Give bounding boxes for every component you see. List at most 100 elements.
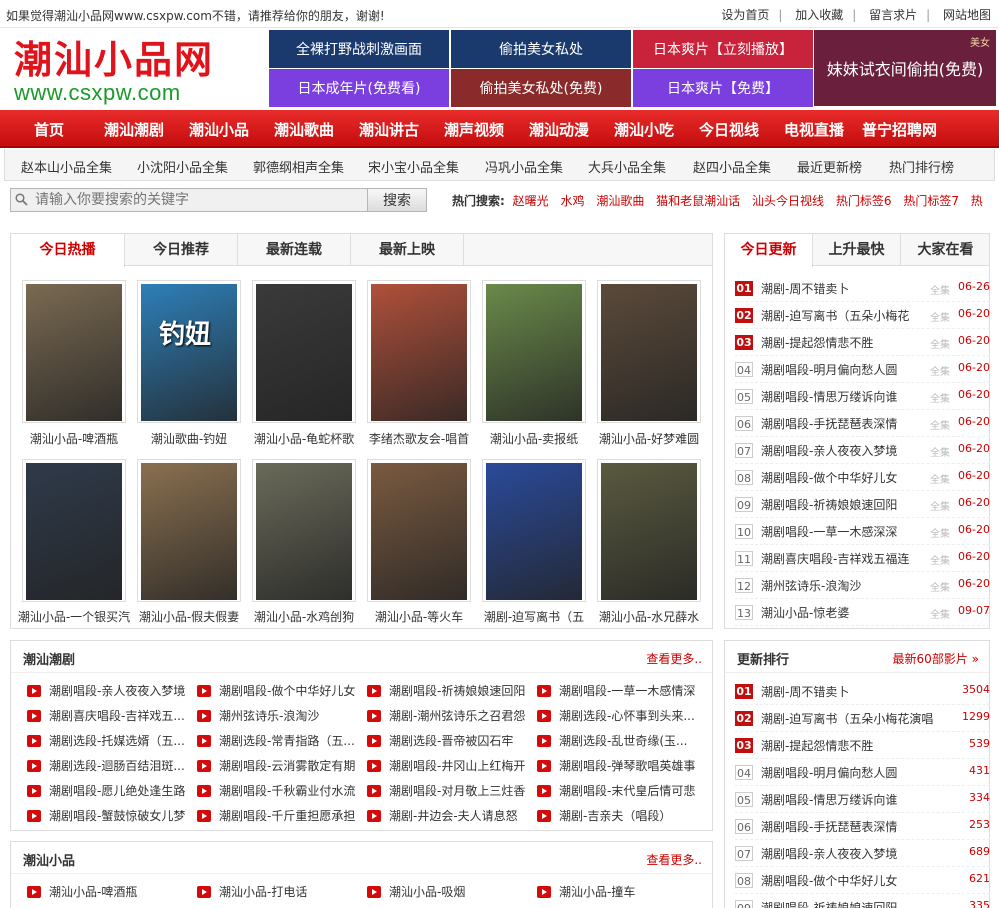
chaoju-more-link[interactable]: 查看更多.. — [646, 650, 702, 667]
video-caption[interactable]: 潮汕小品-一个银买汽 — [14, 608, 134, 625]
chaoju-list-item[interactable]: 潮剧选段-托媒选婿（五... — [27, 731, 197, 756]
subnav-item-songxiaobao[interactable]: 宋小宝小品全集 — [368, 157, 459, 176]
video-caption[interactable]: 潮汕小品-等火车 — [359, 608, 479, 625]
hot-keyword[interactable]: 猫和老鼠潮汕话 — [656, 194, 740, 208]
chaoju-list-item[interactable]: 潮剧-潮州弦诗乐之召君怨 — [367, 706, 537, 731]
ad-link-4[interactable]: 日本成年片(免费看) — [269, 69, 449, 107]
subnav-item-hot-ranking[interactable]: 热门排行榜 — [889, 157, 954, 176]
subnav-item-recent-updates[interactable]: 最近更新榜 — [797, 157, 862, 176]
video-caption[interactable]: 潮汕小品-啤酒瓶 — [14, 430, 134, 447]
video-thumbnail[interactable] — [597, 459, 701, 602]
chaoju-list-item[interactable]: 潮剧唱段-云消雾散定有期 — [197, 756, 367, 781]
rank-list-item[interactable]: 04 潮剧唱段-明月偏向愁人圆 431 — [735, 759, 990, 786]
update-list-item[interactable]: 05 潮剧唱段-情思万缕诉向谁 全集 06-20 — [735, 383, 990, 410]
subnav-item-zhaosi[interactable]: 赵四小品全集 — [693, 157, 771, 176]
nav-xiaopin[interactable]: 潮汕小品 — [189, 119, 249, 140]
xiaopin-list-item[interactable]: 潮汕小品-打电话 — [197, 882, 367, 907]
video-thumbnail[interactable] — [22, 459, 126, 602]
chaoju-list-item[interactable]: 潮剧喜庆唱段-吉祥戏五... — [27, 706, 197, 731]
ad-link-2[interactable]: 偷拍美女私处 — [451, 30, 631, 68]
video-caption[interactable]: 潮汕小品-好梦难圆 — [589, 430, 709, 447]
video-thumbnail[interactable] — [252, 459, 356, 602]
rank-list-item[interactable]: 01 潮剧-周不错卖卜 3504 — [735, 678, 990, 705]
subnav-item-xiaoshenyang[interactable]: 小沈阳小品全集 — [137, 157, 228, 176]
update-list-item[interactable]: 07 潮剧唱段-亲人夜夜入梦境 全集 06-20 — [735, 437, 990, 464]
chaoju-list-item[interactable]: 潮剧-井边会-夫人请息怒 — [367, 806, 537, 831]
video-thumbnail[interactable] — [22, 280, 126, 423]
update-list-item[interactable]: 12 潮州弦诗乐-浪淘沙 全集 06-20 — [735, 572, 990, 599]
subnav-item-guodegang[interactable]: 郭德纲相声全集 — [253, 157, 344, 176]
update-list-item[interactable]: 11 潮剧喜庆唱段-吉祥戏五福连 全集 06-20 — [735, 545, 990, 572]
tab-today-update[interactable]: 今日更新 — [725, 234, 813, 267]
request-video-link[interactable]: 留言求片 — [869, 8, 917, 22]
subnav-item-dabing[interactable]: 大兵小品全集 — [588, 157, 666, 176]
xiaopin-list-item[interactable]: 潮汕小品-吸烟 — [367, 882, 537, 907]
site-logo[interactable]: 潮汕小品网 www.csxpw.com — [14, 38, 264, 108]
chaoju-list-item[interactable]: 潮剧唱段-祈祷娘娘速回阳 — [367, 681, 537, 706]
xiaopin-more-link[interactable]: 查看更多.. — [646, 851, 702, 868]
xiaopin-list-item[interactable]: 潮汕小品-啤酒瓶 — [27, 882, 197, 907]
chaoju-list-item[interactable]: 潮剧唱段-做个中华好儿女 — [197, 681, 367, 706]
chaoju-list-item[interactable]: 潮剧选段-心怀事到头来... — [537, 706, 707, 731]
chaoju-list-item[interactable]: 潮剧唱段-一草一木感情深 — [537, 681, 707, 706]
video-thumbnail[interactable]: 钓妞 — [137, 280, 241, 423]
video-caption[interactable]: 李绪杰歌友会-唱首 — [359, 430, 479, 447]
set-homepage-link[interactable]: 设为首页 — [721, 8, 769, 22]
update-list-item[interactable]: 13 潮汕小品-惊老婆 全集 09-07 — [735, 599, 990, 626]
video-thumbnail[interactable] — [137, 459, 241, 602]
rank-list-item[interactable]: 08 潮剧唱段-做个中华好儿女 621 — [735, 867, 990, 894]
video-caption[interactable]: 潮剧-迫写离书（五 — [474, 608, 594, 625]
video-thumbnail[interactable] — [252, 280, 356, 423]
update-list-item[interactable]: 08 潮剧唱段-做个中华好儿女 全集 06-20 — [735, 464, 990, 491]
update-list-item[interactable]: 03 潮剧-提起怨情悲不胜 全集 06-20 — [735, 329, 990, 356]
rank-list-item[interactable]: 07 潮剧唱段-亲人夜夜入梦境 689 — [735, 840, 990, 867]
ad-link-5[interactable]: 偷拍美女私处(免费) — [451, 69, 631, 107]
sitemap-link[interactable]: 网站地图 — [943, 8, 991, 22]
chaoju-list-item[interactable]: 潮剧唱段-蟹鼓惊破女儿梦 — [27, 806, 197, 831]
nav-jobs[interactable]: 普宁招聘网 — [862, 119, 937, 140]
rank-list-item[interactable]: 09 潮剧唱段-祈祷娘娘速回阳 335 — [735, 894, 990, 908]
update-list-item[interactable]: 01 潮剧-周不错卖卜 全集 06-26 — [735, 275, 990, 302]
ad-link-6[interactable]: 日本爽片【免费】 — [633, 69, 813, 107]
video-caption[interactable]: 潮汕小品-假夫假妻 — [129, 608, 249, 625]
chaoju-list-item[interactable]: 潮剧唱段-千斤重担愿承担 — [197, 806, 367, 831]
nav-video[interactable]: 潮声视频 — [444, 119, 504, 140]
nav-storytelling[interactable]: 潮汕讲古 — [359, 119, 419, 140]
nav-tv-live[interactable]: 电视直播 — [784, 119, 844, 140]
nav-chaoju[interactable]: 潮汕潮剧 — [104, 119, 164, 140]
add-favorite-link[interactable]: 加入收藏 — [795, 8, 843, 22]
rank-list-item[interactable]: 06 潮剧唱段-手抚琵琶表深情 253 — [735, 813, 990, 840]
chaoju-list-item[interactable]: 潮剧选段-乱世奇缘(玉... — [537, 731, 707, 756]
update-list-item[interactable]: 10 潮剧唱段-一草一木感深深 全集 06-20 — [735, 518, 990, 545]
video-thumbnail[interactable] — [597, 280, 701, 423]
hot-keyword[interactable]: 热 — [971, 194, 983, 208]
hot-keyword[interactable]: 赵曙光 — [513, 194, 549, 208]
chaoju-list-item[interactable]: 潮剧选段-常青指路（五... — [197, 731, 367, 756]
rank-list-item[interactable]: 05 潮剧唱段-情思万缕诉向谁 334 — [735, 786, 990, 813]
ad-banner-large[interactable]: 美女 妹妹试衣间偷拍(免费) — [814, 30, 996, 106]
chaoju-list-item[interactable]: 潮剧唱段-井冈山上红梅开 — [367, 756, 537, 781]
chaoju-list-item[interactable]: 潮剧唱段-千秋霸业付水流 — [197, 781, 367, 806]
video-caption[interactable]: 潮汕歌曲-钓妞 — [129, 430, 249, 447]
nav-snacks[interactable]: 潮汕小吃 — [614, 119, 674, 140]
search-input[interactable] — [10, 188, 368, 212]
nav-anime[interactable]: 潮汕动漫 — [529, 119, 589, 140]
hot-keyword[interactable]: 潮汕歌曲 — [596, 194, 644, 208]
chaoju-list-item[interactable]: 潮剧选段-迴肠百结泪斑... — [27, 756, 197, 781]
update-list-item[interactable]: 04 潮剧唱段-明月偏向愁人圆 全集 06-20 — [735, 356, 990, 383]
nav-songs[interactable]: 潮汕歌曲 — [274, 119, 334, 140]
update-list-item[interactable]: 02 潮剧-迫写离书（五朵小梅花 全集 06-20 — [735, 302, 990, 329]
subnav-item-fenggong[interactable]: 冯巩小品全集 — [485, 157, 563, 176]
video-caption[interactable]: 潮汕小品-龟蛇杯歌 — [244, 430, 364, 447]
rank-more-link[interactable]: 最新60部影片 » — [893, 650, 979, 667]
hot-keyword[interactable]: 热门标签7 — [903, 194, 959, 208]
ad-link-3[interactable]: 日本爽片【立刻播放】 — [633, 30, 813, 68]
xiaopin-list-item[interactable]: 潮汕小品-撞车 — [537, 882, 707, 907]
nav-today-view[interactable]: 今日视线 — [699, 119, 759, 140]
tab-today-recommend[interactable]: 今日推荐 — [125, 234, 238, 266]
tab-latest-series[interactable]: 最新连载 — [238, 234, 351, 266]
tab-latest-release[interactable]: 最新上映 — [351, 234, 464, 266]
nav-home[interactable]: 首页 — [34, 119, 64, 140]
video-thumbnail[interactable] — [367, 459, 471, 602]
tab-rising-fastest[interactable]: 上升最快 — [813, 234, 901, 266]
